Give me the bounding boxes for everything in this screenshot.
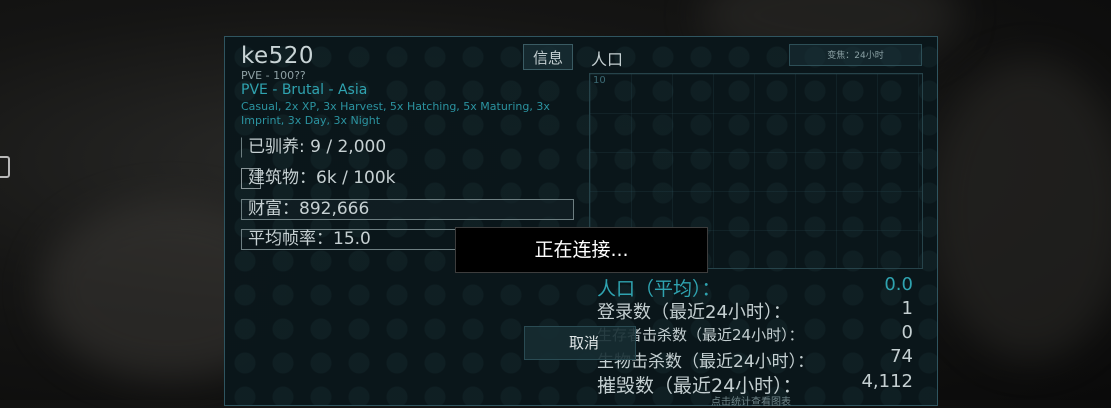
- stat-tamed[interactable]: 已驯养: 9 / 2,000: [241, 137, 401, 158]
- stat-wealth[interactable]: 财富：892,666: [241, 199, 574, 220]
- connecting-dialog: 正在连接...: [455, 227, 708, 273]
- footer-hint: 点击统计查看图表: [711, 397, 791, 408]
- server-name: ke520: [241, 43, 315, 69]
- zoom-range-button[interactable]: 变焦：24小时: [789, 44, 922, 66]
- graph-max-label: 10: [593, 75, 606, 86]
- metric-value: 1: [901, 298, 913, 319]
- metric-label[interactable]: 登录数（最近24小时）：: [597, 298, 791, 324]
- info-button[interactable]: 信息: [523, 44, 573, 70]
- background-rock: [930, 60, 1111, 360]
- metric-value: 0.0: [884, 274, 913, 295]
- stat-structures[interactable]: 建筑物：6k / 100k: [241, 168, 421, 189]
- server-info-panel: ke520 PVE - 100?? PVE - Brutal - Asia Ca…: [224, 36, 938, 408]
- server-id-line: PVE - 100??: [241, 69, 306, 82]
- metric-value: 4,112: [861, 371, 913, 392]
- server-mode: PVE - Brutal - Asia: [241, 82, 368, 98]
- metric-value: 0: [901, 322, 913, 343]
- edge-icon: [0, 156, 10, 178]
- population-title: 人口: [591, 50, 624, 69]
- metric-label[interactable]: 人口（平均）：: [597, 274, 721, 301]
- server-rules: Casual, 2x XP, 3x Harvest, 5x Hatching, …: [241, 100, 550, 127]
- metric-value: 74: [890, 346, 913, 367]
- cancel-button[interactable]: 取消: [524, 326, 636, 360]
